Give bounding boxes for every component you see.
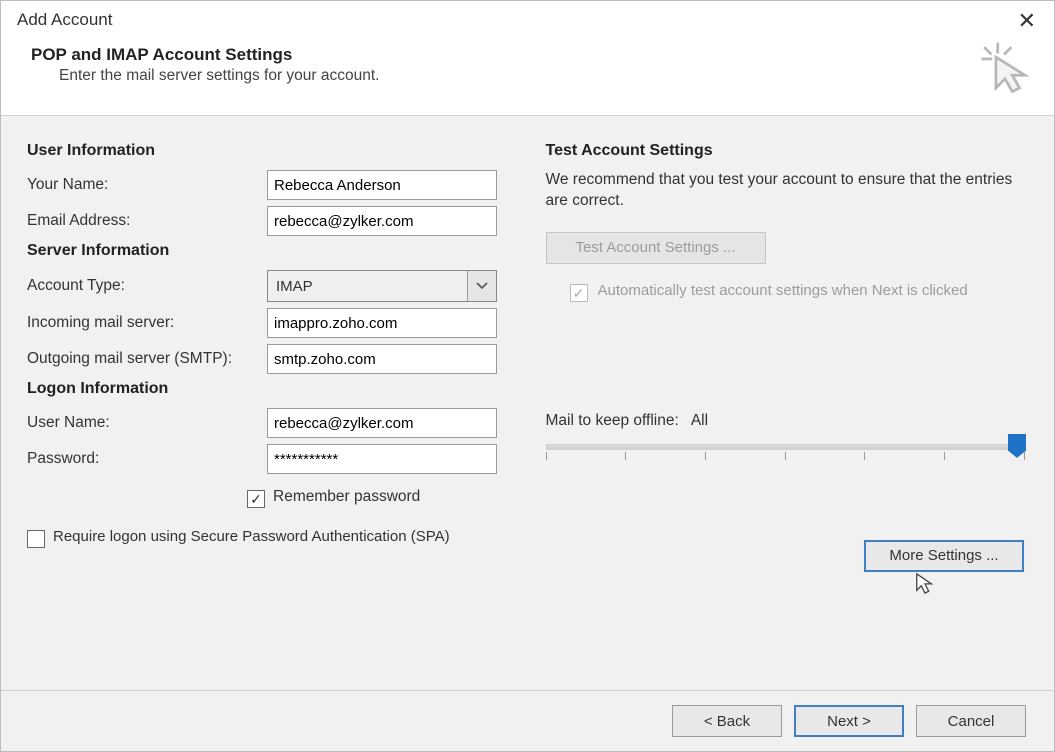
back-button[interactable]: < Back xyxy=(672,705,782,737)
account-type-label: Account Type: xyxy=(27,277,267,295)
incoming-server-input[interactable] xyxy=(267,308,497,338)
outgoing-server-input[interactable] xyxy=(267,344,497,374)
test-settings-description: We recommend that you test your account … xyxy=(546,170,1025,212)
chevron-down-icon[interactable] xyxy=(467,271,496,301)
remember-password-label: Remember password xyxy=(273,488,420,506)
section-user-information: User Information xyxy=(27,142,506,160)
section-logon-information: Logon Information xyxy=(27,380,506,398)
auto-test-checkbox[interactable] xyxy=(570,284,588,302)
email-address-input[interactable] xyxy=(267,206,497,236)
mail-offline-value: All xyxy=(691,412,708,429)
header-subtitle: Enter the mail server settings for your … xyxy=(31,67,379,85)
left-column: User Information Your Name: Email Addres… xyxy=(27,136,506,680)
section-test-account-settings: Test Account Settings xyxy=(546,142,1025,160)
account-type-value: IMAP xyxy=(268,278,467,295)
header-title: POP and IMAP Account Settings xyxy=(31,45,379,65)
account-type-select[interactable]: IMAP xyxy=(267,270,497,302)
test-account-settings-button[interactable]: Test Account Settings ... xyxy=(546,232,766,264)
email-address-label: Email Address: xyxy=(27,212,267,230)
require-spa-label: Require logon using Secure Password Auth… xyxy=(53,528,450,545)
close-button[interactable]: ✕ xyxy=(1010,6,1044,36)
next-button[interactable]: Next > xyxy=(794,705,904,737)
dialog-header: POP and IMAP Account Settings Enter the … xyxy=(1,39,1054,116)
right-column: Test Account Settings We recommend that … xyxy=(546,136,1025,680)
more-settings-button[interactable]: More Settings ... xyxy=(864,540,1024,572)
your-name-input[interactable] xyxy=(267,170,497,200)
mail-offline-label: Mail to keep offline: All xyxy=(546,412,1025,430)
wizard-cursor-icon xyxy=(976,39,1034,101)
password-input[interactable] xyxy=(267,444,497,474)
cursor-icon xyxy=(914,572,936,594)
remember-password-checkbox[interactable] xyxy=(247,490,265,508)
add-account-dialog: Add Account ✕ POP and IMAP Account Setti… xyxy=(0,0,1055,752)
section-server-information: Server Information xyxy=(27,242,506,260)
cancel-button[interactable]: Cancel xyxy=(916,705,1026,737)
outgoing-server-label: Outgoing mail server (SMTP): xyxy=(27,350,267,368)
require-spa-checkbox[interactable] xyxy=(27,530,45,548)
slider-track xyxy=(546,444,1025,450)
window-title: Add Account xyxy=(17,6,112,30)
incoming-server-label: Incoming mail server: xyxy=(27,314,267,332)
dialog-body: User Information Your Name: Email Addres… xyxy=(1,116,1054,691)
your-name-label: Your Name: xyxy=(27,176,267,194)
username-label: User Name: xyxy=(27,414,267,432)
auto-test-label: Automatically test account settings when… xyxy=(598,282,968,299)
mail-offline-slider[interactable] xyxy=(546,436,1025,470)
password-label: Password: xyxy=(27,450,267,468)
username-input[interactable] xyxy=(267,408,497,438)
titlebar: Add Account ✕ xyxy=(1,1,1054,39)
dialog-footer: < Back Next > Cancel xyxy=(1,691,1054,751)
